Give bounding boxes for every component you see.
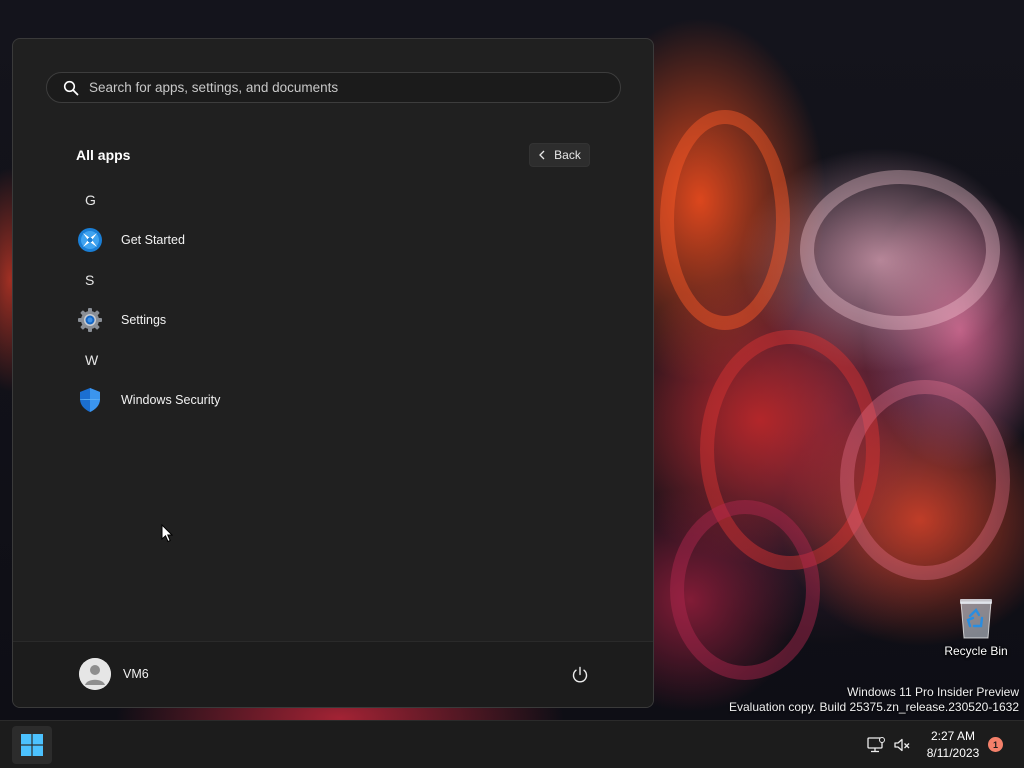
user-account-button[interactable]: VM6 [73,656,155,692]
start-menu-footer: VM6 [13,641,653,707]
start-button[interactable] [12,726,52,764]
app-item-settings[interactable]: Settings [68,302,608,338]
watermark-line-1: Windows 11 Pro Insider Preview [847,685,1019,699]
app-label: Get Started [121,233,185,247]
settings-gear-icon [78,308,102,332]
group-header-g[interactable]: G [85,192,96,208]
mouse-cursor-icon [161,524,173,543]
volume-muted-icon[interactable] [893,736,911,754]
clock-date: 8/11/2023 [926,746,980,760]
windows-logo-icon [21,734,43,756]
clock-time: 2:27 AM [930,729,976,743]
recycle-bin-icon [960,599,992,639]
taskbar: 2:27 AM 8/11/2023 1 [0,720,1024,768]
start-menu: All apps Back G Get Started S [12,38,654,708]
app-item-get-started[interactable]: Get Started [68,222,608,258]
power-icon [572,666,588,683]
get-started-icon [78,228,102,252]
group-header-s[interactable]: S [85,272,94,288]
back-button[interactable]: Back [529,143,590,167]
power-button[interactable] [568,663,592,687]
search-box[interactable] [46,72,621,103]
shield-icon [80,388,100,412]
search-icon [63,80,79,95]
watermark-line-2: Evaluation copy. Build 25375.zn_release.… [729,700,1019,714]
app-item-windows-security[interactable]: Windows Security [68,382,608,418]
user-avatar-icon [79,658,111,690]
recycle-bin-desktop-icon[interactable]: Recycle Bin [940,596,1012,658]
notification-badge[interactable]: 1 [988,737,1003,752]
wallpaper-ribbon [660,110,790,330]
app-label: Windows Security [121,393,221,407]
back-button-label: Back [554,148,581,162]
app-label: Settings [121,313,167,327]
wallpaper-ribbon [840,380,1010,580]
network-icon[interactable] [867,736,885,754]
group-header-w[interactable]: W [85,352,98,368]
evaluation-watermark: Windows 11 Pro Insider Preview Evaluatio… [729,685,1019,715]
wallpaper-ribbon [670,500,820,680]
chevron-left-icon [539,150,545,160]
wallpaper-ribbon [800,170,1000,330]
search-input[interactable] [89,80,620,95]
recycle-bin-label: Recycle Bin [944,644,1008,658]
user-name: VM6 [123,667,149,681]
all-apps-title: All apps [76,147,131,163]
taskbar-clock[interactable]: 2:27 AM 8/11/2023 [918,728,988,762]
